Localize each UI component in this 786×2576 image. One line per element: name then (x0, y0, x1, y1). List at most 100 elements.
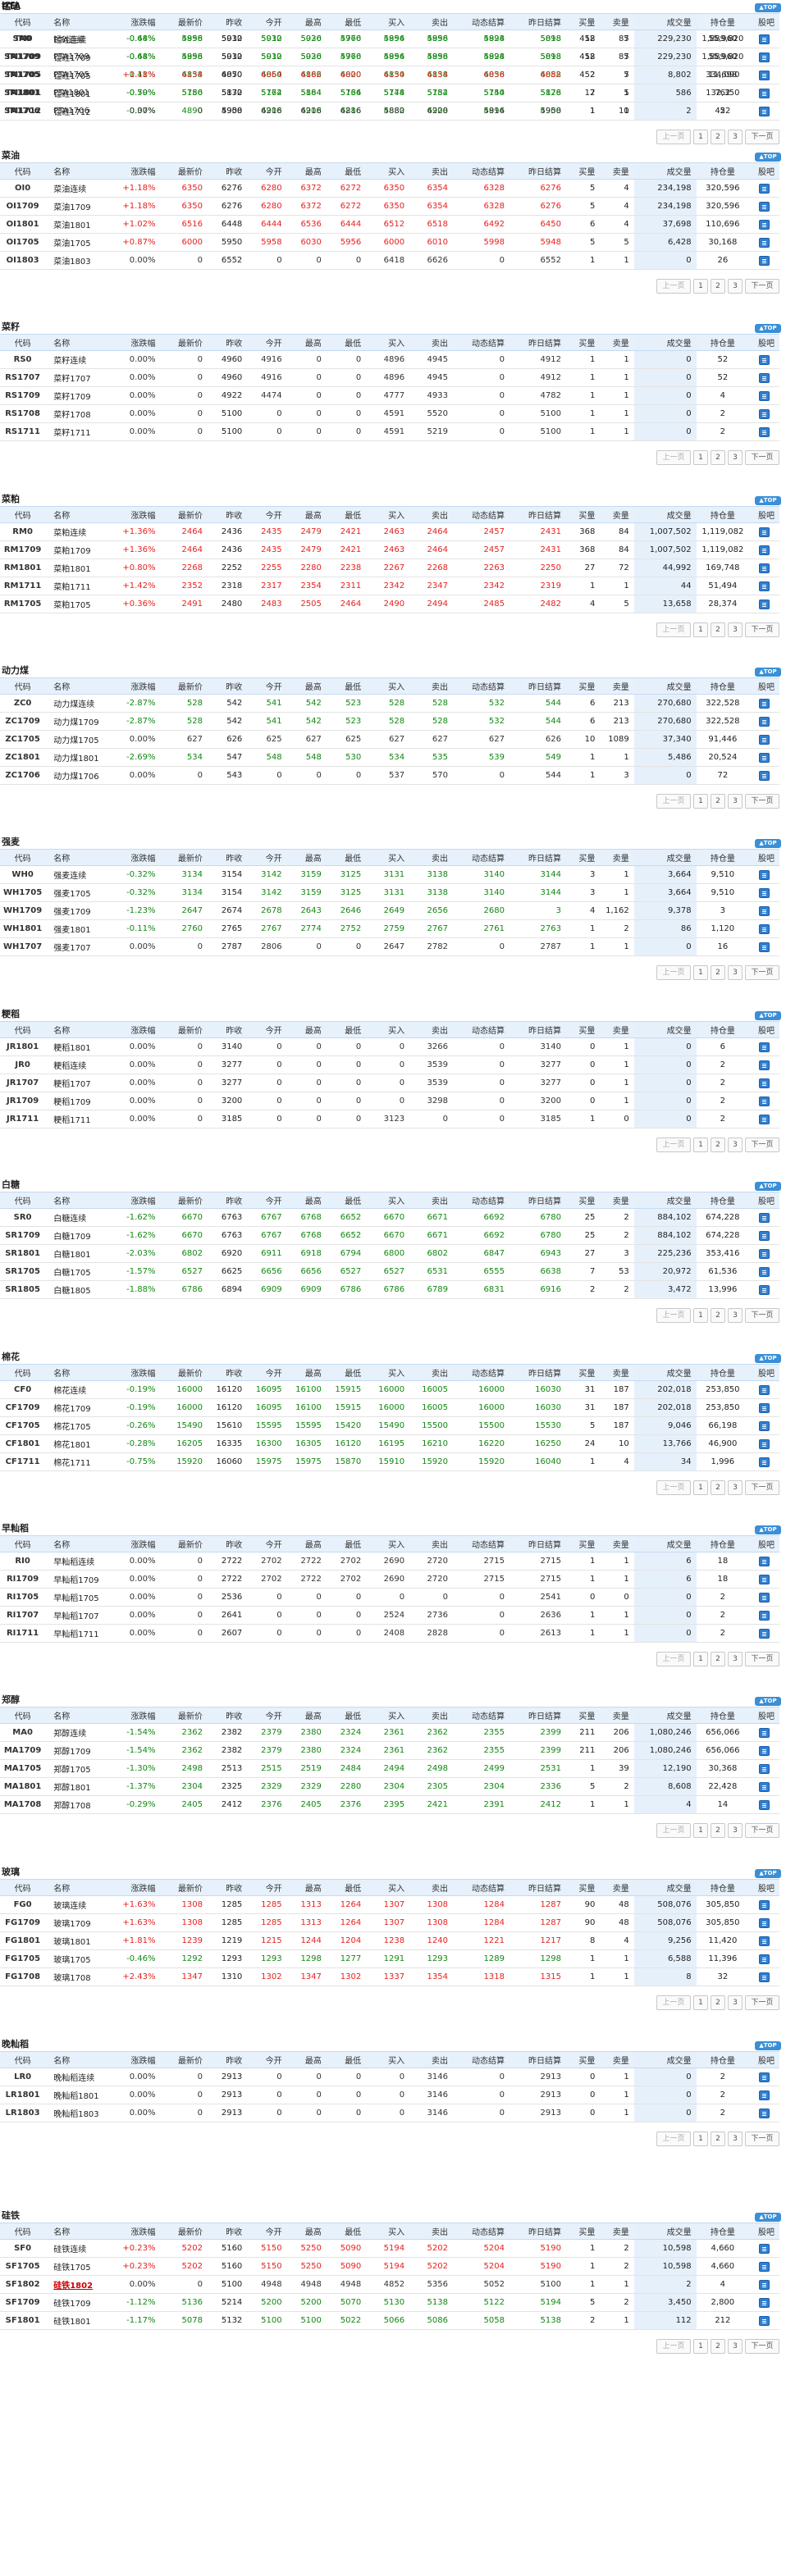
column-header-ask-vol[interactable]: 卖量 (600, 162, 634, 180)
column-header-change[interactable]: 涨跌幅 (113, 506, 161, 523)
forum-cell[interactable] (749, 559, 779, 577)
table-row[interactable]: MA0 郑醇连续 -1.54% 2362 2382 2379 2380 2324 2361 236… (0, 1723, 779, 1742)
cell-name[interactable]: 粳稻连续 (45, 1055, 113, 1074)
next-page-button[interactable]: 下一页 (745, 1480, 779, 1495)
cell-name[interactable]: 菜油1709 (45, 197, 113, 216)
column-header-bid-vol[interactable]: 买量 (565, 1192, 601, 1209)
column-header-dyn-settle[interactable]: 动态结算 (452, 1707, 510, 1724)
column-header-high[interactable]: 最高 (286, 1707, 327, 1724)
forum-cell[interactable] (749, 1280, 779, 1299)
column-header-open-interest[interactable]: 持仓量 (696, 2223, 750, 2240)
next-page-button[interactable]: 下一页 (745, 2131, 779, 2146)
column-header-bid[interactable]: 买入 (366, 13, 410, 30)
forum-cell[interactable] (749, 2311, 779, 2330)
table-row[interactable]: JR1801 粳稻1801 0.00% 0 3140 0 0 0 0 3266 0 3140 0 1 0 6 (0, 1037, 779, 1056)
column-header-high[interactable]: 最高 (286, 2223, 327, 2240)
column-header-low[interactable]: 最低 (326, 1879, 367, 1896)
cell-code[interactable]: FG1708 (0, 1967, 46, 1986)
column-header-high[interactable]: 最高 (286, 506, 327, 523)
cell-name[interactable]: 玻璃1709 (45, 1913, 113, 1932)
forum-icon[interactable] (759, 2090, 770, 2100)
forum-icon[interactable] (759, 716, 770, 727)
column-header-ask[interactable]: 卖出 (409, 1364, 453, 1381)
forum-icon[interactable] (759, 1727, 770, 1738)
column-header-dyn-settle[interactable]: 动态结算 (452, 506, 510, 523)
forum-icon[interactable] (759, 1284, 770, 1295)
column-header-bid-vol[interactable]: 买量 (565, 1707, 601, 1724)
forum-cell[interactable] (749, 1723, 779, 1742)
table-row[interactable]: SM1801 锰硅1801 -0.79% 5786 5832 5764 5864 5764 57… (0, 84, 779, 103)
prev-page-button[interactable]: 上一页 (656, 1138, 691, 1152)
cell-name[interactable]: 早籼稻1707 (45, 1606, 113, 1625)
forum-cell[interactable] (749, 30, 779, 48)
column-header-code[interactable]: 代码 (0, 2223, 46, 2240)
table-row[interactable]: LR1801 晚籼稻1801 0.00% 0 2913 0 0 0 0 3146 0 2913 0 1 0 2 (0, 2086, 779, 2104)
cell-code[interactable]: WH1709 (0, 901, 46, 920)
cell-name[interactable]: 强麦连续 (45, 865, 113, 884)
cell-code[interactable]: ZC1705 (0, 730, 46, 749)
column-header-dyn-settle[interactable]: 动态结算 (452, 2051, 510, 2068)
page-1-button[interactable]: 1 (693, 130, 708, 144)
table-row[interactable]: SM0 锰硅连续 -0.68% 5858 5932 5930 5930 5760 5856 585… (0, 30, 779, 48)
column-header-last[interactable]: 最新价 (160, 849, 208, 866)
cell-name[interactable]: 菜籽1711 (45, 422, 113, 441)
table-row[interactable]: ZC1706 动力煤1706 0.00% 0 543 0 0 0 537 570 0 544 1 3 0 72 (0, 766, 779, 785)
cell-code[interactable]: SM1801 (0, 84, 46, 103)
forum-cell[interactable] (749, 386, 779, 405)
column-header-dyn-settle[interactable]: 动态结算 (452, 1535, 510, 1552)
column-header-name[interactable]: 名称 (45, 849, 113, 866)
forum-cell[interactable] (749, 1967, 779, 1986)
forum-icon[interactable] (759, 1917, 770, 1928)
column-header-open[interactable]: 今开 (247, 677, 287, 695)
forum-icon[interactable] (759, 52, 770, 62)
table-row[interactable]: SF1802 硅铁1802 0.00% 0 5100 4948 4948 4948 4852 53… (0, 2275, 779, 2294)
next-page-button[interactable]: 下一页 (745, 1823, 779, 1838)
cell-code[interactable]: CF1801 (0, 1434, 46, 1453)
cell-name[interactable]: 硅铁1705 (45, 2257, 113, 2276)
page-2-button[interactable]: 2 (711, 1823, 725, 1838)
cell-name[interactable]: 菜粕1709 (45, 540, 113, 559)
column-header-volume[interactable]: 成交量 (633, 13, 697, 30)
column-header-name[interactable]: 名称 (45, 2051, 113, 2068)
forum-icon[interactable] (759, 1935, 770, 1946)
column-header-prev-settle[interactable]: 昨日结算 (509, 1192, 566, 1209)
page-2-button[interactable]: 2 (711, 279, 725, 294)
page-2-button[interactable]: 2 (711, 622, 725, 637)
column-header-open-interest[interactable]: 持仓量 (696, 849, 750, 866)
forum-icon[interactable] (759, 1212, 770, 1223)
forum-cell[interactable] (749, 937, 779, 956)
table-row[interactable]: OI1709 菜油1709 +1.18% 6350 6276 6280 6372 6272 63… (0, 197, 779, 216)
back-to-top-button[interactable]: ▲TOP (755, 668, 781, 677)
column-header-change[interactable]: 涨跌幅 (113, 1021, 161, 1038)
forum-cell[interactable] (749, 1398, 779, 1417)
column-header-ask[interactable]: 卖出 (409, 162, 453, 180)
page-1-button[interactable]: 1 (693, 1308, 708, 1323)
forum-icon[interactable] (759, 426, 770, 437)
cell-name[interactable]: 菜油连续 (45, 179, 113, 198)
cell-code[interactable]: RI1707 (0, 1606, 46, 1625)
forum-cell[interactable] (749, 730, 779, 749)
column-header-code[interactable]: 代码 (0, 334, 46, 351)
column-header-bid[interactable]: 买入 (366, 506, 410, 523)
cell-name[interactable]: 强麦1801 (45, 919, 113, 938)
column-header-last[interactable]: 最新价 (160, 1364, 208, 1381)
forum-cell[interactable] (749, 1552, 779, 1571)
forum-cell[interactable] (749, 1895, 779, 1914)
forum-cell[interactable] (749, 1037, 779, 1056)
column-header-code[interactable]: 代码 (0, 13, 46, 30)
table-row[interactable]: ZC0 动力煤连续 -2.87% 528 542 541 542 523 528 528 532 54… (0, 694, 779, 713)
table-row[interactable]: LR1803 晚籼稻1803 0.00% 0 2913 0 0 0 0 3146 0 2913 0 1 0 2 (0, 2104, 779, 2122)
page-3-button[interactable]: 3 (728, 450, 743, 465)
forum-icon[interactable] (759, 1096, 770, 1106)
table-row[interactable]: CF1711 棉花1711 -0.75% 15920 16060 15975 15975 15… (0, 1452, 779, 1471)
page-3-button[interactable]: 3 (728, 1480, 743, 1495)
column-header-open-interest[interactable]: 持仓量 (696, 506, 750, 523)
column-header-dyn-settle[interactable]: 动态结算 (452, 849, 510, 866)
column-header-open[interactable]: 今开 (247, 506, 287, 523)
cell-name[interactable]: 玻璃1801 (45, 1931, 113, 1950)
cell-code[interactable]: SF1802 (0, 2275, 46, 2294)
column-header-last[interactable]: 最新价 (160, 13, 208, 30)
column-header-low[interactable]: 最低 (326, 506, 367, 523)
forum-icon[interactable] (759, 869, 770, 880)
forum-icon[interactable] (759, 1556, 770, 1566)
